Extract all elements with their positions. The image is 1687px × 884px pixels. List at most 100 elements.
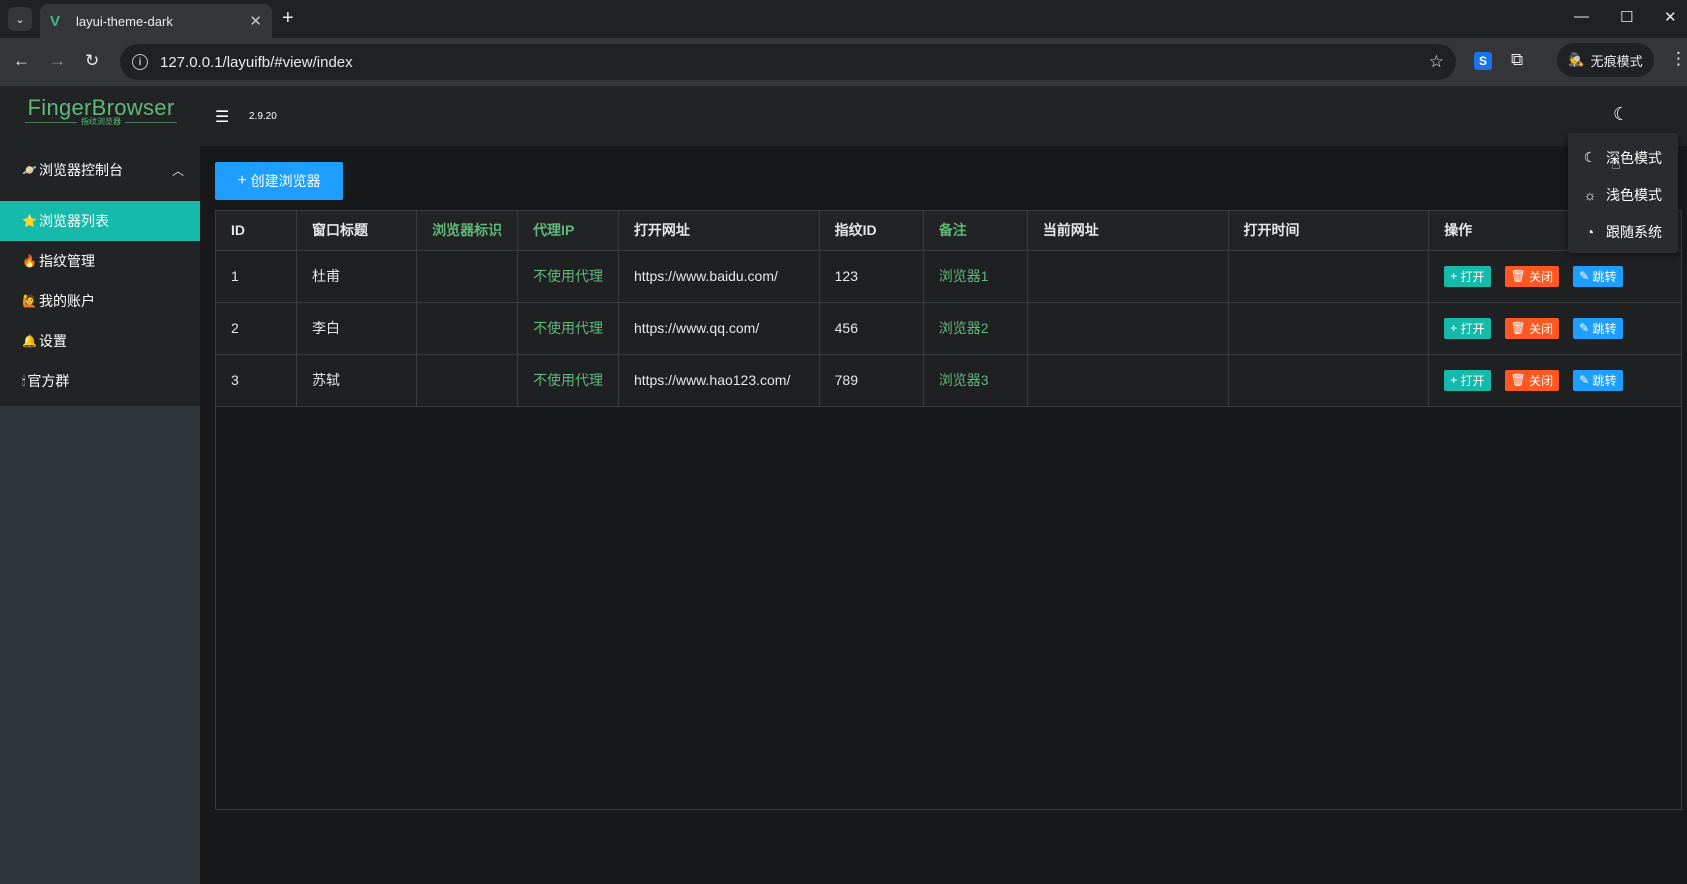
site-info-icon[interactable]: i (132, 54, 148, 70)
open-button[interactable]: + 打开 (1444, 317, 1491, 339)
extensions-puzzle-icon[interactable]: ⧉ (1511, 50, 1523, 70)
menu-toggle-icon[interactable]: ☰ (215, 107, 229, 127)
jump-button[interactable]: ✎ 跳转 (1573, 369, 1623, 391)
bell-icon: 🔔 (22, 334, 37, 348)
close-button[interactable]: 🗑 关闭 (1504, 317, 1560, 339)
table-header-row: ID 窗口标题 浏览器标识 代理IP 打开网址 指纹ID 备注 当前网址 打开时… (216, 211, 1681, 251)
menu-group-console[interactable]: 🪐 浏览器控制台 ︿ (0, 150, 200, 190)
cell-id: 3 (216, 354, 297, 407)
incognito-icon: 🕵 (1568, 52, 1585, 67)
cell-open-time (1228, 354, 1430, 407)
sidebar-item-label: 浏览器列表 (38, 213, 109, 229)
browser-menu-icon[interactable]: ⋮ (1670, 49, 1687, 69)
maximize-icon[interactable]: ☐ (1620, 8, 1633, 26)
chevron-up-icon: ︿ (171, 163, 184, 178)
column-header[interactable]: 指纹ID (819, 211, 924, 251)
person-raising-hand-icon: 🙋 (22, 294, 37, 308)
reload-icon[interactable]: ↻ (85, 51, 99, 71)
cell-fp-id: 456 (819, 302, 924, 355)
cell-id: 2 (216, 302, 297, 355)
close-button[interactable]: 🗑 关闭 (1504, 369, 1560, 391)
column-header[interactable]: 备注 (923, 211, 1028, 251)
jump-button[interactable]: ✎ 跳转 (1573, 265, 1623, 287)
extension-s-icon[interactable]: S (1474, 52, 1492, 70)
cell-note: 浏览器1 (923, 250, 1028, 303)
planet-icon: 🪐 (22, 163, 37, 177)
table-row: 3 苏轼 不使用代理 https://www.hao123.com/ 789 浏… (216, 354, 1681, 407)
tab-title: layui-theme-dark (76, 13, 173, 29)
column-header[interactable]: ID (216, 211, 297, 251)
main-content: + 创建浏览器 ID 窗口标题 浏览器标识 代理IP 打开网址 指纹ID 备注 … (200, 146, 1687, 884)
vue-favicon-icon: V (50, 12, 61, 30)
jump-button[interactable]: ✎ 跳转 (1573, 317, 1623, 339)
cell-actions: + 打开 🗑 关闭 ✎ 跳转 (1428, 354, 1681, 407)
browser-table: ID 窗口标题 浏览器标识 代理IP 打开网址 指纹ID 备注 当前网址 打开时… (215, 210, 1682, 810)
sidebar-item-account[interactable]: 🙋 我的账户 (0, 281, 200, 321)
incognito-label: 无痕模式 (1590, 53, 1643, 69)
theme-dropdown: ☾ 深色模式 ☼ 浅色模式 ◔ 跟随系统 (1568, 133, 1678, 253)
cell-browser-tag (416, 354, 519, 407)
plus-icon: + (237, 172, 247, 189)
column-header[interactable]: 窗口标题 (296, 211, 418, 251)
close-window-icon[interactable]: ✕ (1664, 8, 1677, 26)
cell-url: https://www.baidu.com/ (618, 250, 820, 303)
cell-actions: + 打开 🗑 关闭 ✎ 跳转 (1428, 302, 1681, 355)
tab-search-icon[interactable]: ⌄ (8, 7, 32, 31)
theme-option-dark[interactable]: ☾ 深色模式 (1568, 139, 1678, 176)
cell-actions: + 打开 🗑 关闭 ✎ 跳转 (1428, 250, 1681, 303)
minimize-icon[interactable]: — (1574, 8, 1589, 25)
new-tab-icon[interactable]: + (282, 8, 294, 28)
close-tab-icon[interactable]: ✕ (249, 12, 262, 30)
table-row: 1 杜甫 不使用代理 https://www.baidu.com/ 123 浏览… (216, 250, 1681, 303)
cell-browser-tag (416, 250, 519, 303)
cell-url: https://www.hao123.com/ (618, 354, 820, 407)
hand-cursor-icon: ☝ (1611, 156, 1621, 173)
sidebar: FingerBrowser 指纹浏览器 🪐 浏览器控制台 ︿ ⭐ 浏览器列表 🔥… (0, 86, 200, 884)
incognito-badge[interactable]: 🕵 无痕模式 (1557, 43, 1654, 77)
cell-proxy: 不使用代理 (517, 302, 619, 355)
column-header[interactable]: 当前网址 (1027, 211, 1229, 251)
sun-icon: ☼ (1583, 186, 1597, 203)
cell-note: 浏览器2 (923, 302, 1028, 355)
forward-icon[interactable]: → (49, 51, 66, 71)
theme-moon-icon[interactable]: ☾ (1613, 104, 1629, 125)
column-header[interactable]: 代理IP (517, 211, 619, 251)
open-button[interactable]: + 打开 (1444, 369, 1491, 391)
cell-url: https://www.qq.com/ (618, 302, 820, 355)
version-label: 2.9.20 (249, 111, 277, 122)
back-icon[interactable]: ← (13, 51, 30, 71)
cell-current-url (1027, 250, 1229, 303)
cell-fp-id: 789 (819, 354, 924, 407)
sidebar-item-official-group[interactable]: 🕯 官方群 (0, 361, 200, 401)
sidebar-item-label: 设置 (38, 333, 67, 349)
cell-current-url (1027, 302, 1229, 355)
open-button[interactable]: + 打开 (1444, 265, 1491, 287)
moon-icon: ☾ (1583, 149, 1597, 165)
cell-proxy: 不使用代理 (517, 354, 619, 407)
sidebar-item-settings[interactable]: 🔔 设置 (0, 321, 200, 361)
cell-current-url (1027, 354, 1229, 407)
fire-icon: 🔥 (22, 254, 37, 268)
logo-subtitle: 指纹浏览器 (77, 116, 125, 127)
cell-fp-id: 123 (819, 250, 924, 303)
column-header[interactable]: 浏览器标识 (416, 211, 519, 251)
cell-note: 浏览器3 (923, 354, 1028, 407)
column-header[interactable]: 打开时间 (1228, 211, 1430, 251)
gauge-icon: ◔ (1585, 223, 1595, 240)
star-icon: ⭐ (22, 214, 37, 228)
sidebar-item-label: 官方群 (27, 373, 70, 389)
create-browser-button[interactable]: + 创建浏览器 (215, 162, 343, 200)
browser-tab[interactable]: V layui-theme-dark ✕ (40, 4, 272, 38)
cell-title: 杜甫 (296, 250, 418, 303)
sidebar-item-fingerprint[interactable]: 🔥 指纹管理 (0, 241, 200, 281)
close-button[interactable]: 🗑 关闭 (1504, 265, 1560, 287)
theme-option-system[interactable]: ◔ 跟随系统 (1568, 213, 1678, 250)
column-header[interactable]: 打开网址 (618, 211, 820, 251)
app-logo: FingerBrowser 指纹浏览器 (25, 95, 177, 127)
address-bar: ← → ↻ i 127.0.0.1/layuifb/#view/index ☆ … (0, 38, 1687, 86)
sidebar-item-browser-list[interactable]: ⭐ 浏览器列表 (0, 201, 200, 241)
url-input[interactable]: i 127.0.0.1/layuifb/#view/index ☆ (120, 44, 1456, 80)
cell-browser-tag (416, 302, 519, 355)
bookmark-star-icon[interactable]: ☆ (1429, 52, 1444, 72)
theme-option-light[interactable]: ☼ 浅色模式 (1568, 176, 1678, 213)
